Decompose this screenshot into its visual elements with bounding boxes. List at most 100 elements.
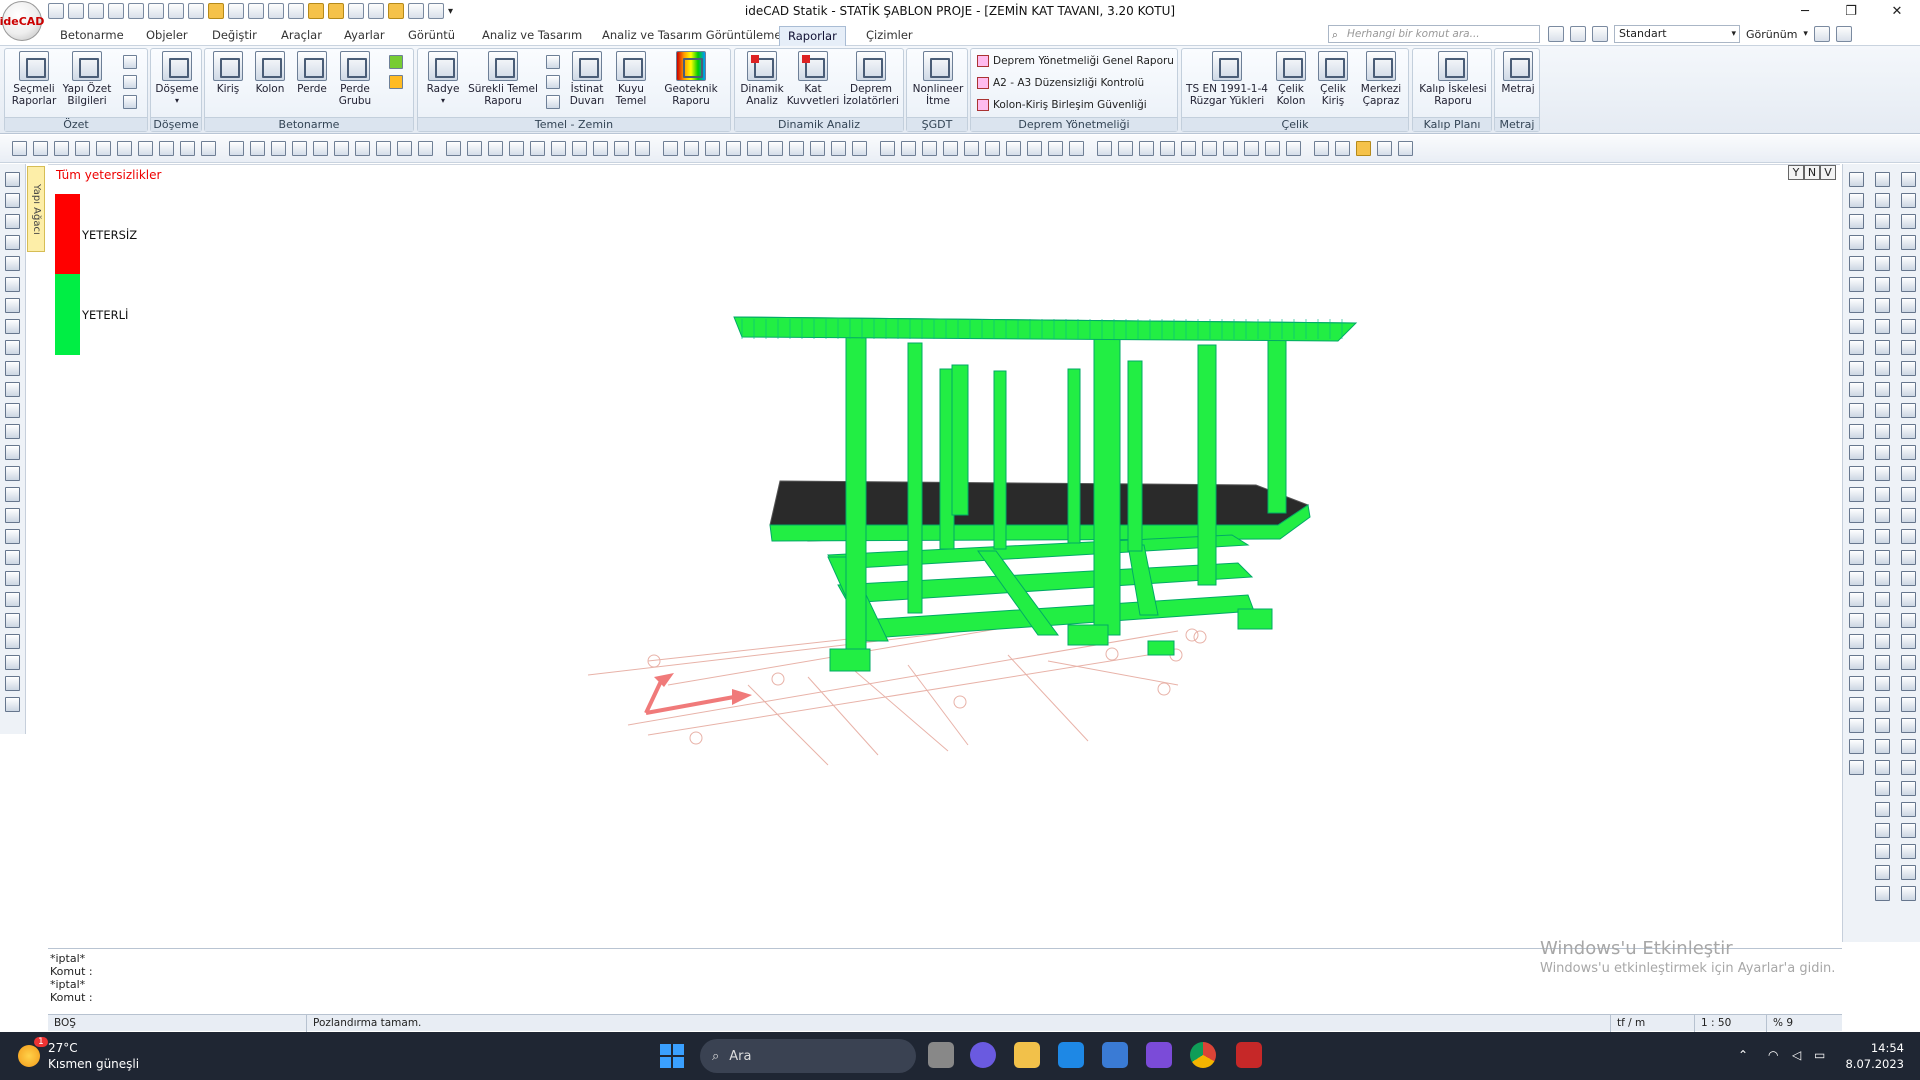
text-style-icon[interactable] xyxy=(408,3,424,19)
wifi-icon[interactable]: ◠ xyxy=(1768,1048,1778,1062)
right-tool-3-7-icon[interactable] xyxy=(1901,298,1916,313)
perde-grubu-button[interactable]: Perde Grubu xyxy=(333,51,377,117)
move-icon[interactable] xyxy=(159,141,174,156)
right-tool-3-23-icon[interactable] xyxy=(1901,634,1916,649)
view-y-button[interactable]: Y xyxy=(1788,165,1804,180)
right-tool-2-18-icon[interactable] xyxy=(1875,529,1890,544)
tolerance-icon[interactable] xyxy=(1069,141,1084,156)
right-tool-1-20-icon[interactable] xyxy=(1849,571,1864,586)
right-tool-3-9-icon[interactable] xyxy=(1901,340,1916,355)
right-tool-2-12-icon[interactable] xyxy=(1875,403,1890,418)
right-tool-3-20-icon[interactable] xyxy=(1901,571,1916,586)
right-tool-2-27-icon[interactable] xyxy=(1875,718,1890,733)
leader-icon[interactable] xyxy=(1048,141,1063,156)
brush-icon[interactable] xyxy=(96,141,111,156)
layers-icon[interactable] xyxy=(1548,26,1564,42)
help-icon[interactable] xyxy=(1835,26,1852,42)
right-tool-2-32-icon[interactable] xyxy=(1875,823,1890,838)
left-tool-1-icon[interactable] xyxy=(5,172,20,187)
dinamik-analiz-button[interactable]: Dinamik Analiz xyxy=(737,51,787,117)
view-menu[interactable]: Görünüm xyxy=(1746,28,1797,41)
right-tool-1-12-icon[interactable] xyxy=(1849,403,1864,418)
break-icon[interactable] xyxy=(355,141,370,156)
open-file-icon[interactable] xyxy=(88,3,104,19)
geoteknik-raporu-button[interactable]: Geoteknik Raporu xyxy=(656,51,726,117)
area-icon[interactable] xyxy=(747,141,762,156)
right-tool-3-26-icon[interactable] xyxy=(1901,697,1916,712)
tab-ayarlar[interactable]: Ayarlar xyxy=(336,26,393,46)
tab-analiz-goruntuleme[interactable]: Analiz ve Tasarım Görüntüleme xyxy=(594,26,789,46)
group-icon[interactable] xyxy=(901,141,916,156)
left-tool-10-icon[interactable] xyxy=(5,361,20,376)
structure-3d-model[interactable] xyxy=(48,165,1840,949)
right-tool-3-35-icon[interactable] xyxy=(1901,886,1916,901)
array-icon[interactable] xyxy=(250,141,265,156)
deprem-genel-raporu-item[interactable]: Deprem Yönetmeliği Genel Raporu xyxy=(977,53,1174,69)
status-zoom[interactable]: % 9 xyxy=(1766,1015,1842,1032)
layer-icon[interactable] xyxy=(810,141,825,156)
left-tool-17-icon[interactable] xyxy=(5,508,20,523)
right-tool-2-4-icon[interactable] xyxy=(1875,235,1890,250)
right-tool-3-25-icon[interactable] xyxy=(1901,676,1916,691)
home-icon[interactable] xyxy=(48,3,64,19)
dimension-icon[interactable] xyxy=(985,141,1000,156)
footing-small-2-icon[interactable] xyxy=(546,75,560,89)
scale-icon[interactable] xyxy=(446,141,461,156)
undo-icon[interactable] xyxy=(148,3,164,19)
snap-icon[interactable] xyxy=(268,3,284,19)
view-chevron-icon[interactable]: ▾ xyxy=(1803,29,1808,39)
left-tool-12-icon[interactable] xyxy=(5,403,20,418)
right-tool-1-26-icon[interactable] xyxy=(1849,697,1864,712)
style-toggle-icon[interactable] xyxy=(1592,26,1608,42)
right-tool-3-33-icon[interactable] xyxy=(1901,844,1916,859)
tab-goruntu[interactable]: Görüntü xyxy=(400,26,463,46)
right-tool-2-8-icon[interactable] xyxy=(1875,319,1890,334)
spline-icon[interactable] xyxy=(593,141,608,156)
rectangle-icon[interactable] xyxy=(663,141,678,156)
customize-chevron-icon[interactable]: ▾ xyxy=(448,6,453,17)
hatch-pattern-icon[interactable] xyxy=(768,141,783,156)
right-tool-2-19-icon[interactable] xyxy=(1875,550,1890,565)
command-search-input[interactable]: ⌕ Herhangi bir komut ara... xyxy=(1328,25,1540,43)
kalip-iskelesi-button[interactable]: Kalıp İskelesi Raporu xyxy=(1415,51,1491,117)
right-tool-1-21-icon[interactable] xyxy=(1849,592,1864,607)
deprem-izolatorleri-button[interactable]: Deprem İzolatörleri xyxy=(841,51,901,117)
graph-icon[interactable] xyxy=(1244,141,1259,156)
right-tool-2-26-icon[interactable] xyxy=(1875,697,1890,712)
store-icon[interactable] xyxy=(1102,1042,1128,1068)
chart-icon[interactable] xyxy=(1265,141,1280,156)
dimension-icon[interactable] xyxy=(288,3,304,19)
footing-small-3-icon[interactable] xyxy=(546,95,560,109)
mail-icon[interactable] xyxy=(1058,1042,1084,1068)
right-tool-2-33-icon[interactable] xyxy=(1875,844,1890,859)
lightning-icon[interactable] xyxy=(428,3,444,19)
fill-icon[interactable] xyxy=(684,141,699,156)
right-tool-3-19-icon[interactable] xyxy=(1901,550,1916,565)
footing-small-1-icon[interactable] xyxy=(546,55,560,69)
right-tool-1-17-icon[interactable] xyxy=(1849,508,1864,523)
sun-icon[interactable] xyxy=(1314,141,1329,156)
right-tool-1-4-icon[interactable] xyxy=(1849,235,1864,250)
plot-icon[interactable] xyxy=(1286,141,1301,156)
right-tool-3-17-icon[interactable] xyxy=(1901,508,1916,523)
hatch-icon[interactable] xyxy=(488,141,503,156)
right-tool-1-13-icon[interactable] xyxy=(1849,424,1864,439)
right-tool-2-22-icon[interactable] xyxy=(1875,613,1890,628)
match-icon[interactable] xyxy=(943,141,958,156)
offset-icon[interactable] xyxy=(418,141,433,156)
right-tool-2-2-icon[interactable] xyxy=(1875,193,1890,208)
ball-icon[interactable] xyxy=(1097,141,1112,156)
right-tool-2-21-icon[interactable] xyxy=(1875,592,1890,607)
tab-degistir[interactable]: Değiştir xyxy=(204,26,265,46)
yapi-agaci-tab[interactable]: Yapı Ağacı xyxy=(27,166,45,252)
tab-objeler[interactable]: Objeler xyxy=(138,26,196,46)
left-tool-24-icon[interactable] xyxy=(5,655,20,670)
cut-icon[interactable] xyxy=(1181,141,1196,156)
align-icon[interactable] xyxy=(271,141,286,156)
tab-cizimler[interactable]: Çizimler xyxy=(858,26,921,46)
app-logo[interactable]: ideCAD xyxy=(0,1,44,41)
copy-icon[interactable] xyxy=(467,141,482,156)
dim-angular-icon[interactable] xyxy=(1027,141,1042,156)
right-tool-2-24-icon[interactable] xyxy=(1875,655,1890,670)
right-tool-1-23-icon[interactable] xyxy=(1849,634,1864,649)
